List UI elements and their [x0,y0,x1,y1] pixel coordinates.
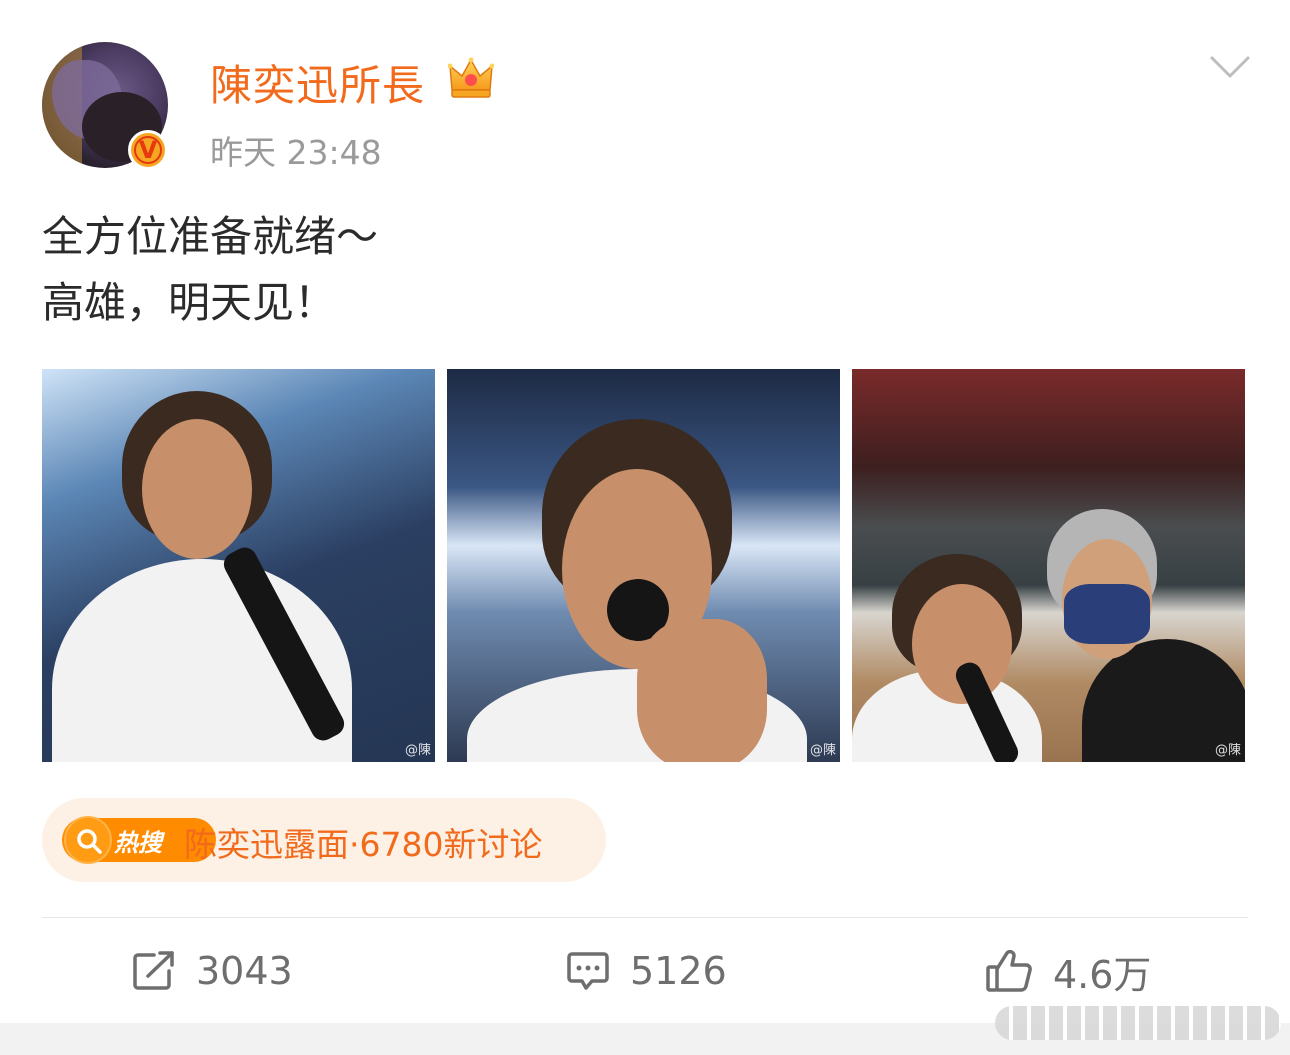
post-photo-3[interactable]: @陳 [852,369,1245,762]
post-photo-2[interactable]: @陳 [447,369,840,762]
post-text-line: 高雄，明天见！ [42,278,337,327]
photo-watermark: @陳 [809,743,836,758]
chevron-down-icon[interactable] [1208,52,1252,82]
like-button[interactable]: 4.6万 [985,946,1152,997]
repost-count: 3043 [196,949,293,993]
post-timestamp: 昨天 23:48 [210,133,382,172]
comment-icon [567,952,609,990]
search-icon [64,816,112,864]
comment-button[interactable]: 5126 [566,946,727,996]
scrollbar[interactable] [995,1006,1281,1040]
hot-search-badge-label: 热搜 [114,829,162,857]
verified-badge-icon: V [128,130,168,170]
like-count: 4.6万 [1053,952,1152,997]
author-name[interactable]: 陳奕迅所長 [210,52,425,113]
post-photo-1[interactable]: @陳 [42,369,435,762]
thumbs-up-icon [986,949,1032,992]
post-text-line: 全方位准备就绪～ [42,212,379,261]
post-body: 全方位准备就绪～ 高雄，明天见！ [42,204,378,336]
photo-watermark: @陳 [404,743,431,758]
repost-icon [133,951,174,990]
divider [42,917,1248,918]
photo-watermark: @陳 [1214,743,1241,758]
hot-search-topic[interactable]: 陈奕迅露面·6780新讨论 [184,818,542,866]
crown-icon[interactable] [448,56,494,100]
repost-button[interactable]: 3043 [132,946,293,996]
comment-count: 5126 [630,949,727,993]
face-mask [1064,584,1150,644]
